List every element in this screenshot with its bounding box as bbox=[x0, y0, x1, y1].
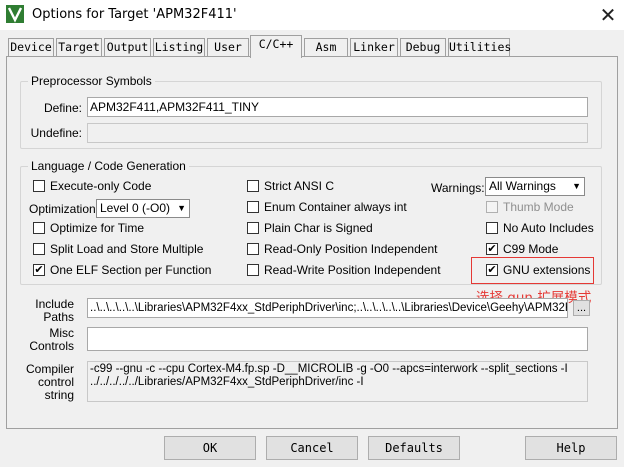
undefine-input[interactable] bbox=[87, 123, 588, 143]
thumb-mode-label: Thumb Mode bbox=[503, 200, 574, 214]
window-title: Options for Target 'APM32F411' bbox=[32, 7, 237, 22]
ro-position-checkbox[interactable] bbox=[247, 243, 259, 255]
tab-linker[interactable]: Linker bbox=[350, 38, 398, 57]
tab-user[interactable]: User bbox=[207, 38, 249, 57]
define-label: Define: bbox=[43, 101, 82, 115]
warnings-select[interactable]: All Warnings ▼ bbox=[485, 177, 585, 196]
thumb-mode-checkbox bbox=[486, 201, 498, 213]
one-elf-label: One ELF Section per Function bbox=[50, 263, 212, 277]
strict-ansi-checkbox[interactable] bbox=[247, 180, 259, 192]
warnings-value: All Warnings bbox=[489, 179, 556, 193]
ok-button[interactable]: OK bbox=[164, 436, 256, 460]
chevron-down-icon: ▼ bbox=[572, 181, 581, 191]
split-load-checkbox[interactable] bbox=[33, 243, 45, 255]
undefine-label: Undefine: bbox=[30, 126, 82, 140]
highlight-box bbox=[471, 257, 594, 284]
tab-utilities[interactable]: Utilities bbox=[448, 38, 511, 57]
compiler-control-string: -c99 --gnu -c --cpu Cortex-M4.fp.sp -D__… bbox=[87, 361, 588, 402]
execute-only-checkbox[interactable] bbox=[33, 180, 45, 192]
preprocessor-legend: Preprocessor Symbols bbox=[28, 74, 155, 88]
plain-char-checkbox[interactable] bbox=[247, 222, 259, 234]
check-icon: ✔ bbox=[34, 263, 44, 276]
no-auto-includes-label: No Auto Includes bbox=[503, 221, 594, 235]
help-button[interactable]: Help bbox=[525, 436, 617, 460]
include-paths-label: Include Paths bbox=[35, 297, 74, 324]
cancel-button[interactable]: Cancel bbox=[266, 436, 358, 460]
language-legend: Language / Code Generation bbox=[28, 159, 189, 173]
tab-c-cpp[interactable]: C/C++ bbox=[250, 35, 302, 58]
misc-controls-label: Misc Controls bbox=[29, 326, 74, 353]
rw-position-label: Read-Write Position Independent bbox=[264, 263, 441, 277]
rw-position-checkbox[interactable] bbox=[247, 264, 259, 276]
c99-mode-checkbox[interactable]: ✔ bbox=[486, 243, 498, 255]
enum-container-checkbox[interactable] bbox=[247, 201, 259, 213]
tab-device[interactable]: Device bbox=[8, 38, 54, 57]
split-load-label: Split Load and Store Multiple bbox=[50, 242, 204, 256]
optimization-select[interactable]: Level 0 (-O0) ▼ bbox=[96, 199, 190, 218]
execute-only-label: Execute-only Code bbox=[50, 179, 152, 193]
defaults-button[interactable]: Defaults bbox=[368, 436, 460, 460]
tab-listing[interactable]: Listing bbox=[153, 38, 205, 57]
warnings-label: Warnings: bbox=[431, 181, 485, 195]
include-paths-input[interactable]: ..\..\..\..\..\Libraries\APM32F4xx_StdPe… bbox=[87, 298, 568, 318]
tab-asm[interactable]: Asm bbox=[304, 38, 348, 57]
chevron-down-icon: ▼ bbox=[177, 203, 186, 213]
tab-target[interactable]: Target bbox=[56, 38, 102, 57]
strict-ansi-label: Strict ANSI C bbox=[264, 179, 335, 193]
optimization-label: Optimization: bbox=[29, 202, 100, 216]
tab-debug[interactable]: Debug bbox=[400, 38, 446, 57]
optimize-time-label: Optimize for Time bbox=[50, 221, 145, 235]
keil-uvision-icon bbox=[6, 5, 24, 23]
tab-output[interactable]: Output bbox=[104, 38, 151, 57]
tab-strip: Device Target Output Listing User C/C++ … bbox=[0, 30, 624, 58]
ro-position-label: Read-Only Position Independent bbox=[264, 242, 438, 256]
plain-char-label: Plain Char is Signed bbox=[264, 221, 373, 235]
close-icon[interactable]: ✕ bbox=[594, 2, 622, 28]
optimization-value: Level 0 (-O0) bbox=[100, 201, 171, 215]
one-elf-checkbox[interactable]: ✔ bbox=[33, 264, 45, 276]
no-auto-includes-checkbox[interactable] bbox=[486, 222, 498, 234]
compiler-control-label: Compiler control string bbox=[25, 362, 74, 402]
define-input[interactable]: APM32F411,APM32F411_TINY bbox=[87, 97, 588, 117]
enum-container-label: Enum Container always int bbox=[264, 200, 407, 214]
browse-includes-button[interactable]: ... bbox=[573, 300, 590, 316]
optimize-time-checkbox[interactable] bbox=[33, 222, 45, 234]
misc-controls-input[interactable] bbox=[87, 327, 588, 351]
c99-mode-label: C99 Mode bbox=[503, 242, 559, 256]
check-icon: ✔ bbox=[487, 242, 497, 255]
